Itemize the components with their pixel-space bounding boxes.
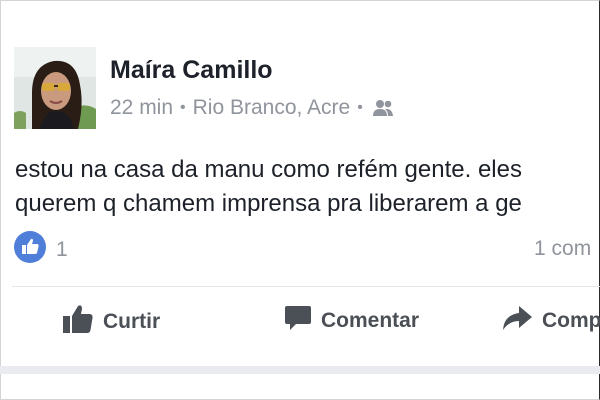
post-meta: 22 min • Rio Branco, Acre • <box>110 96 394 120</box>
author-name[interactable]: Maíra Camillo <box>110 56 273 85</box>
post-time[interactable]: 22 min <box>110 96 173 120</box>
post-card: Maíra Camillo 22 min • Rio Branco, Acre … <box>0 0 600 366</box>
like-reaction-icon <box>14 231 46 268</box>
avatar[interactable] <box>14 47 96 129</box>
meta-separator: • <box>357 99 363 116</box>
like-label: Curtir <box>103 310 161 333</box>
comment-count[interactable]: 1 com <box>534 237 591 261</box>
post-text: estou na casa da manu como refém gente. … <box>15 153 522 221</box>
reaction-summary[interactable]: 1 <box>14 231 68 268</box>
thumbs-up-icon <box>62 304 103 340</box>
action-divider <box>12 286 600 287</box>
share-label: Comp <box>542 309 600 332</box>
post-text-line: querem q chamem imprensa pra liberarem a… <box>15 190 522 217</box>
friends-icon[interactable] <box>372 99 394 117</box>
share-button[interactable]: Comp <box>501 304 600 338</box>
comment-button[interactable]: Comentar <box>284 304 419 338</box>
feed-separator <box>0 366 600 374</box>
post-location[interactable]: Rio Branco, Acre <box>193 96 351 120</box>
like-button[interactable]: Curtir <box>62 304 160 340</box>
comment-label: Comentar <box>321 309 420 332</box>
comment-icon <box>284 304 321 338</box>
post-text-line: estou na casa da manu como refém gente. … <box>15 156 522 183</box>
meta-separator: • <box>180 99 186 116</box>
like-count: 1 <box>56 237 68 261</box>
share-icon <box>501 304 542 338</box>
